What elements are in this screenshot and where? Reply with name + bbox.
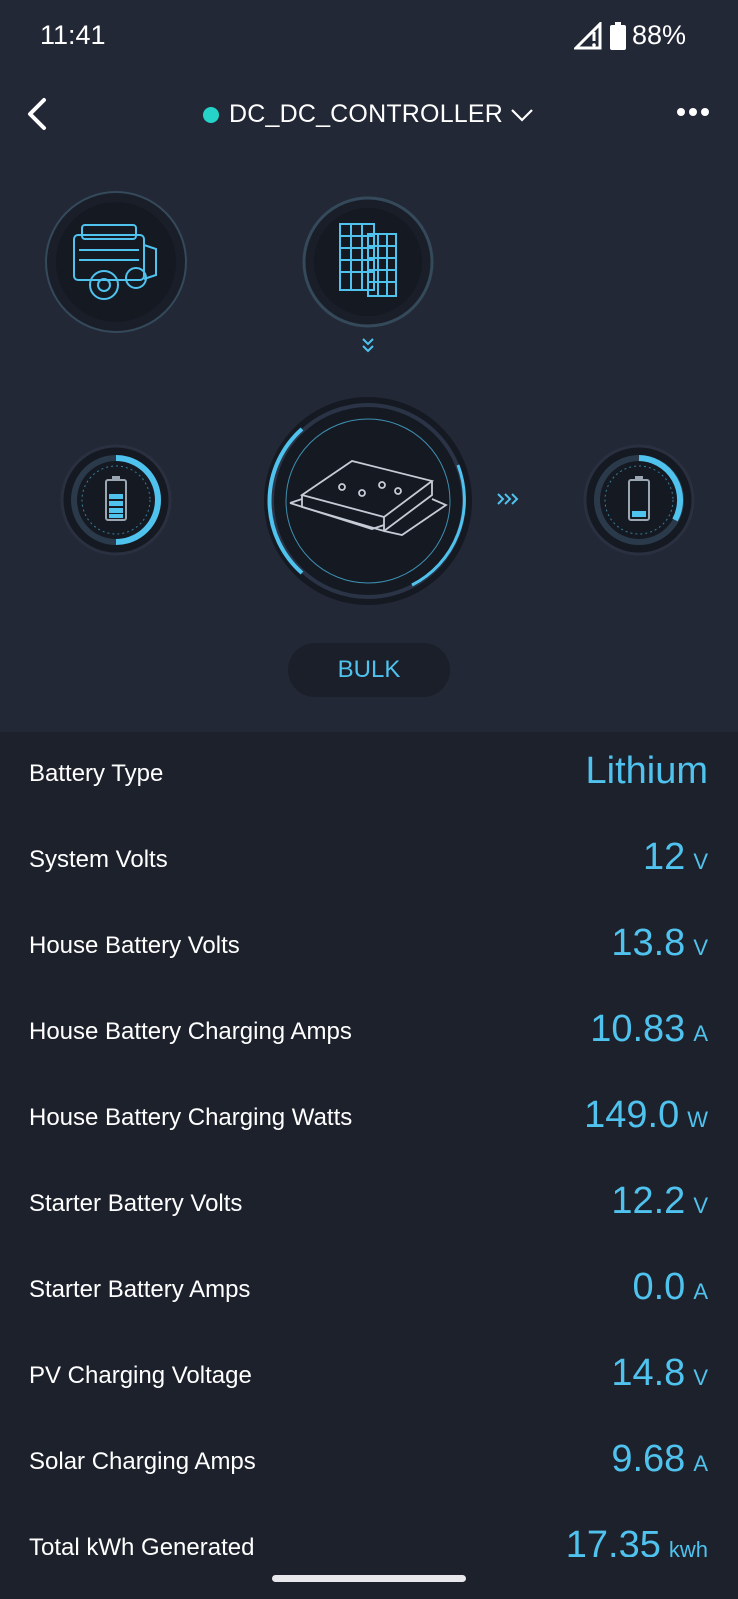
engine-icon	[45, 191, 187, 333]
status-bar: 11:41 88%	[0, 0, 738, 76]
flow-right-chevrons-icon	[497, 493, 519, 505]
home-indicator[interactable]	[272, 1575, 466, 1582]
online-status-dot	[202, 106, 219, 123]
row-label: Starter Battery Amps	[29, 1276, 251, 1303]
battery-icon	[609, 21, 626, 50]
row-label: House Battery Charging Amps	[29, 1018, 352, 1045]
row-value: 12.2 V	[611, 1180, 708, 1222]
row-value: 9.68 A	[611, 1438, 708, 1480]
signal-icon	[573, 21, 602, 49]
row-value: 0.0 A	[632, 1266, 708, 1308]
parameter-list: Battery Type Lithium System Volts 12 V Ho…	[0, 732, 738, 1557]
row-starter-battery-volts: Starter Battery Volts 12.2 V	[0, 1162, 738, 1248]
row-value: 14.8 V	[611, 1352, 708, 1394]
row-label: System Volts	[29, 846, 168, 873]
row-label: PV Charging Voltage	[29, 1362, 252, 1389]
battery-percent: 88%	[631, 20, 686, 50]
row-house-battery-charging-amps: House Battery Charging Amps 10.83 A	[0, 990, 738, 1076]
row-label: Solar Charging Amps	[29, 1448, 256, 1475]
row-solar-charging-amps: Solar Charging Amps 9.68 A	[0, 1420, 738, 1506]
row-value: 10.83 A	[590, 1008, 708, 1050]
dc-dc-charger-icon	[264, 397, 472, 605]
row-value: 12 V	[643, 836, 708, 878]
row-total-kwh-generated: Total kWh Generated 17.35 kwh	[0, 1506, 738, 1557]
chevron-down-icon	[511, 108, 533, 122]
row-pv-charging-voltage: PV Charging Voltage 14.8 V	[0, 1334, 738, 1420]
row-value: Lithium	[585, 750, 709, 792]
house-battery-icon	[583, 444, 695, 556]
flow-down-chevrons-icon	[362, 338, 374, 353]
row-label: Battery Type	[29, 760, 164, 787]
row-value: 149.0 W	[584, 1094, 708, 1136]
row-starter-battery-amps: Starter Battery Amps 0.0 A	[0, 1248, 738, 1334]
starter-battery-icon	[60, 444, 172, 556]
app-header: DC_DC_CONTROLLER	[0, 80, 738, 150]
status-icons: 88%	[573, 20, 686, 51]
row-battery-type[interactable]: Battery Type Lithium	[0, 732, 738, 818]
device-name: DC_DC_CONTROLLER	[228, 100, 504, 128]
row-house-battery-volts: House Battery Volts 13.8 V	[0, 904, 738, 990]
row-value: 17.35 kwh	[565, 1524, 708, 1557]
row-label: House Battery Charging Watts	[29, 1104, 353, 1131]
device-selector[interactable]: DC_DC_CONTROLLER	[0, 100, 738, 129]
row-label: House Battery Volts	[29, 932, 240, 959]
row-label: Starter Battery Volts	[29, 1190, 243, 1217]
status-time: 11:41	[40, 20, 106, 50]
solar-panel-icon	[302, 196, 434, 328]
charging-mode-badge[interactable]: BULK	[288, 643, 450, 697]
row-system-volts[interactable]: System Volts 12 V	[0, 818, 738, 904]
row-value: 13.8 V	[611, 922, 708, 964]
row-house-battery-charging-watts: House Battery Charging Watts 149.0 W	[0, 1076, 738, 1162]
more-options-icon[interactable]	[676, 102, 710, 122]
row-label: Total kWh Generated	[29, 1534, 255, 1557]
